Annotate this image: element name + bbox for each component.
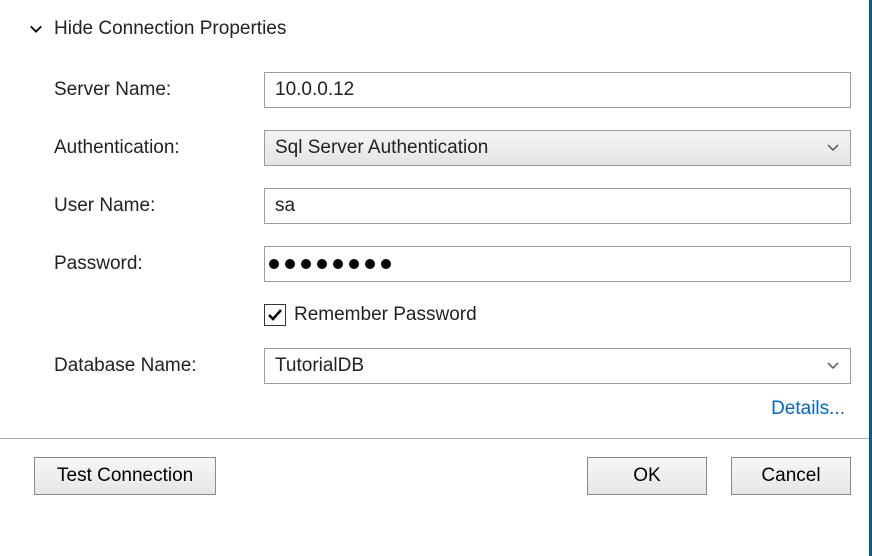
password-dot: [269, 259, 279, 269]
password-dot: [285, 259, 295, 269]
ok-button[interactable]: OK: [587, 457, 707, 495]
chevron-down-icon: [826, 360, 840, 372]
password-dot: [333, 259, 343, 269]
password-dot: [381, 259, 391, 269]
password-dot: [365, 259, 375, 269]
authentication-label: Authentication:: [54, 137, 264, 159]
password-dot: [317, 259, 327, 269]
server-name-input[interactable]: [264, 72, 851, 108]
chevron-down-icon: [826, 142, 840, 154]
password-label: Password:: [54, 253, 264, 275]
header-title: Hide Connection Properties: [54, 18, 286, 40]
check-icon: [267, 307, 283, 323]
remember-password-label: Remember Password: [294, 304, 477, 326]
password-dot: [349, 259, 359, 269]
chevron-down-icon: [28, 21, 44, 37]
connection-form: Server Name: Authentication: Sql Server …: [28, 72, 851, 420]
divider: [0, 438, 869, 439]
password-dot: [301, 259, 311, 269]
toggle-connection-properties[interactable]: Hide Connection Properties: [28, 18, 851, 40]
database-name-label: Database Name:: [54, 355, 264, 377]
cancel-button[interactable]: Cancel: [731, 457, 851, 495]
database-name-dropdown[interactable]: TutorialDB: [264, 348, 851, 384]
user-name-input[interactable]: [264, 188, 851, 224]
database-name-value: TutorialDB: [275, 355, 826, 377]
authentication-dropdown[interactable]: Sql Server Authentication: [264, 130, 851, 166]
button-bar: Test Connection OK Cancel: [0, 457, 869, 495]
user-name-label: User Name:: [54, 195, 264, 217]
test-connection-button[interactable]: Test Connection: [34, 457, 216, 495]
server-name-label: Server Name:: [54, 79, 264, 101]
remember-password-checkbox[interactable]: [264, 304, 286, 326]
password-input[interactable]: [264, 246, 851, 282]
details-link[interactable]: Details...: [771, 398, 845, 419]
authentication-value: Sql Server Authentication: [275, 137, 826, 159]
